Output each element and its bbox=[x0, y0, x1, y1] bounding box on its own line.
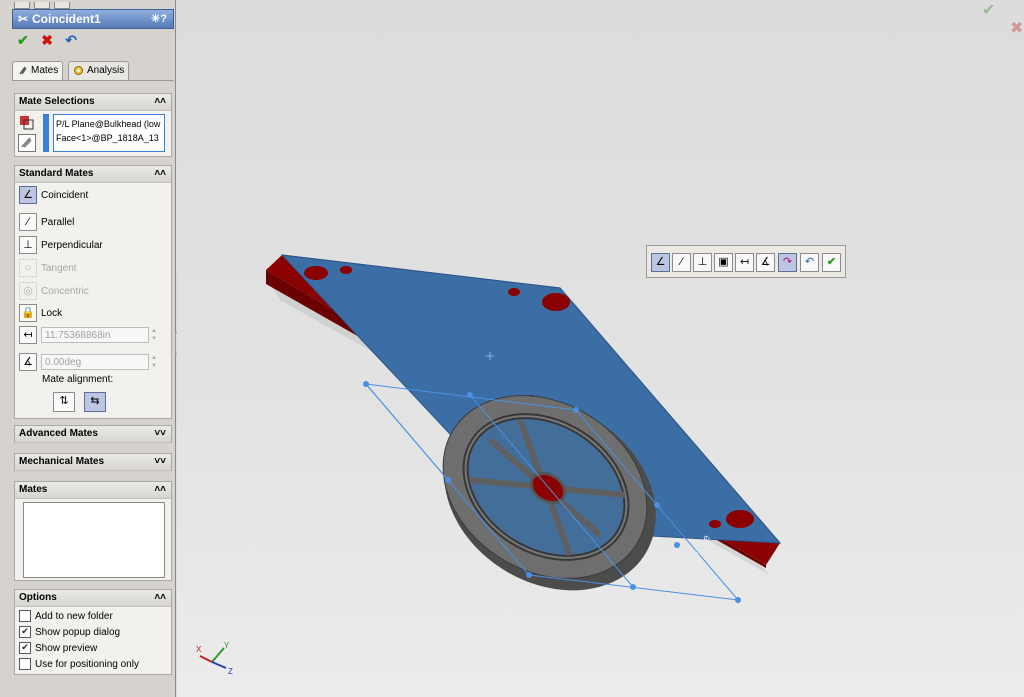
graphics-area[interactable]: P/L Plane Y X Z bbox=[177, 0, 1024, 697]
angle-icon[interactable]: ∡ bbox=[19, 353, 37, 371]
tangent-mate-option: ○ Tangent bbox=[19, 259, 77, 279]
help-icon[interactable]: ✳? bbox=[151, 10, 167, 29]
selection-list-marker bbox=[43, 114, 49, 152]
parallel-icon[interactable]: ∕ bbox=[672, 253, 691, 272]
collapse-icon: ˄˄ bbox=[154, 484, 166, 495]
collapse-icon: ˄˄ bbox=[154, 592, 166, 603]
parallel-icon[interactable]: ∕ bbox=[19, 213, 37, 232]
cancel-button[interactable]: ✖ bbox=[38, 32, 56, 48]
perpendicular-icon[interactable]: ⊥ bbox=[19, 236, 37, 255]
tab-analysis[interactable]: Analysis bbox=[68, 61, 130, 80]
lock-icon[interactable]: 🔒 bbox=[19, 304, 37, 323]
distance-icon[interactable]: ↤ bbox=[735, 253, 754, 272]
property-manager-title-bar: ✂ Coincident1 ✳? bbox=[12, 9, 174, 29]
mate-selections-list[interactable]: P/L Plane@Bulkhead (low Face<1>@BP_1818A… bbox=[53, 114, 165, 152]
perpendicular-icon[interactable]: ⊥ bbox=[693, 253, 712, 272]
use-for-positioning-only-checkbox[interactable]: Use for positioning only bbox=[19, 658, 139, 672]
advanced-mates-header[interactable]: Advanced Mates ˅˅ bbox=[15, 426, 171, 443]
expand-icon: ˅˅ bbox=[154, 456, 166, 467]
confirm-corner-cancel-icon[interactable]: ✖ bbox=[1010, 18, 1023, 38]
mechanical-mates-group: Mechanical Mates ˅˅ bbox=[14, 453, 172, 471]
flip-alignment-icon[interactable]: ↷ bbox=[778, 253, 797, 272]
coincident-icon[interactable]: ∠ bbox=[19, 186, 37, 205]
action-buttons: ✔ ✖ ↶ bbox=[14, 32, 83, 48]
feature-manager-tabs[interactable] bbox=[14, 0, 74, 9]
angle-spinner[interactable]: ▲ ▼ bbox=[151, 354, 161, 370]
coincident-icon[interactable]: ∠ bbox=[651, 253, 670, 272]
mates-list[interactable] bbox=[23, 502, 165, 578]
concentric-icon: ◎ bbox=[19, 282, 37, 301]
page-title: Coincident1 bbox=[32, 12, 101, 26]
mate-alignment-label: Mate alignment: bbox=[42, 374, 114, 385]
perpendicular-mate-option[interactable]: ⊥ Perpendicular bbox=[19, 236, 103, 256]
mate-popup-toolbar: ∠ ∕ ⊥ ▣ ↤ ∡ ↷ ↶ ✔ bbox=[646, 245, 846, 278]
paperclip-icon: ✂ bbox=[17, 12, 29, 26]
ok-button[interactable]: ✔ bbox=[14, 32, 32, 48]
anti-aligned-button[interactable]: ⇆ bbox=[84, 392, 106, 412]
list-item[interactable]: P/L Plane@Bulkhead (low bbox=[56, 117, 162, 131]
standard-mates-group: Standard Mates ˄˄ ∠ Coincident ∕ Parallel ⊥… bbox=[14, 165, 172, 419]
add-to-new-folder-checkbox[interactable]: Add to new folder bbox=[19, 610, 113, 624]
mate-selection-toggle-icon[interactable] bbox=[18, 134, 36, 152]
mates-header[interactable]: Mates ˄˄ bbox=[15, 482, 171, 499]
mate-selections-group: Mate Selections ˄˄ P/L Plane@Bulkhead (lo… bbox=[14, 93, 172, 157]
model-view[interactable]: P/L Plane Y X Z bbox=[177, 0, 1024, 697]
options-header[interactable]: Options ˄˄ bbox=[15, 590, 171, 607]
mechanical-mates-header[interactable]: Mechanical Mates ˅˅ bbox=[15, 454, 171, 471]
advanced-mates-group: Advanced Mates ˅˅ bbox=[14, 425, 172, 443]
tab-mates[interactable]: Mates bbox=[12, 61, 64, 80]
lock-icon[interactable]: ▣ bbox=[714, 253, 733, 272]
angle-input[interactable]: 0.00deg bbox=[41, 354, 149, 370]
tangent-icon: ○ bbox=[19, 259, 37, 278]
angle-icon[interactable]: ∡ bbox=[756, 253, 775, 272]
distance-input[interactable]: 11.75368868in bbox=[41, 327, 149, 343]
property-manager: ✂ Coincident1 ✳? ✔ ✖ ↶ Mates Analysis Mat… bbox=[0, 0, 183, 697]
paperclip-icon bbox=[19, 66, 27, 75]
undo-button[interactable]: ↶ bbox=[62, 32, 80, 48]
show-preview-checkbox[interactable]: ✔ Show preview bbox=[19, 642, 97, 656]
standard-mates-header[interactable]: Standard Mates ˄˄ bbox=[15, 166, 171, 183]
confirm-corner-ok-icon[interactable]: ✔ bbox=[982, 0, 995, 20]
axis-triad: Y X Z bbox=[196, 641, 233, 676]
distance-icon[interactable]: ↤ bbox=[19, 326, 37, 344]
undo-icon[interactable]: ↶ bbox=[800, 253, 819, 272]
mate-selections-header[interactable]: Mate Selections ˄˄ bbox=[15, 94, 171, 111]
parallel-mate-option[interactable]: ∕ Parallel bbox=[19, 213, 74, 233]
svg-text:X: X bbox=[196, 645, 202, 654]
collapse-icon: ˄˄ bbox=[154, 96, 166, 107]
collapse-icon: ˄˄ bbox=[154, 168, 166, 179]
list-item[interactable]: Face<1>@BP_1818A_13 bbox=[56, 131, 162, 145]
svg-text:Z: Z bbox=[228, 667, 233, 676]
analysis-icon bbox=[74, 66, 83, 75]
selection-faces-icon bbox=[18, 114, 36, 132]
show-popup-dialog-checkbox[interactable]: ✔ Show popup dialog bbox=[19, 626, 120, 640]
expand-icon: ˅˅ bbox=[154, 428, 166, 439]
options-group: Options ˄˄ Add to new folder ✔ Show popup … bbox=[14, 589, 172, 675]
coincident-mate-option[interactable]: ∠ Coincident bbox=[19, 186, 88, 206]
distance-spinner[interactable]: ▲ ▼ bbox=[151, 327, 161, 343]
property-tabs: Mates Analysis bbox=[12, 60, 174, 81]
ok-icon[interactable]: ✔ bbox=[822, 253, 841, 272]
concentric-mate-option: ◎ Concentric bbox=[19, 282, 89, 302]
mates-group: Mates ˄˄ bbox=[14, 481, 172, 581]
svg-text:Y: Y bbox=[224, 641, 230, 650]
plane-label: P/L Plane bbox=[683, 533, 713, 577]
aligned-button[interactable]: ⇅ bbox=[53, 392, 75, 412]
lock-mate-option[interactable]: 🔒 Lock bbox=[19, 304, 62, 324]
